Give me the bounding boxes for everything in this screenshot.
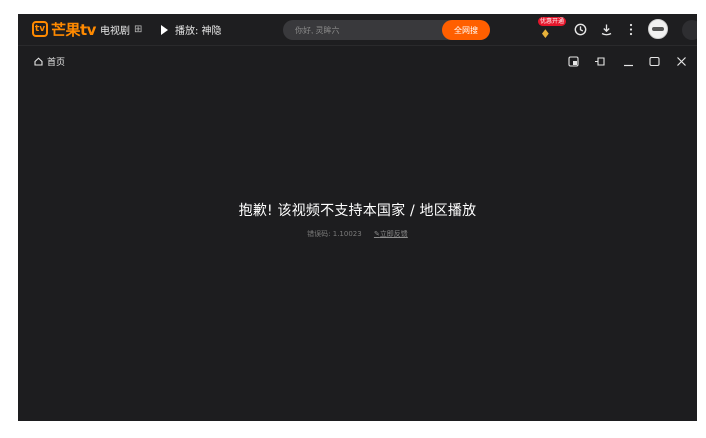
error-message: 抱歉! 该视频不支持本国家 / 地区播放 [238,203,477,219]
player-window: tv 芒果tv 电视剧 ⊞ 播放: 神隐 全网搜 优惠开通 ♦ [18,14,697,421]
home-link[interactable]: 首页 [34,55,65,68]
mango-tv-logo[interactable]: tv 芒果tv [32,19,96,39]
home-icon [34,57,43,66]
vip-badge: 优惠开通 [538,17,567,26]
now-playing[interactable]: 播放: 神隐 [161,22,222,37]
pip-icon[interactable] [564,53,582,69]
more-icon[interactable] [622,20,640,38]
close-icon[interactable] [672,53,690,69]
download-icon[interactable] [597,20,615,38]
error-code: 错误码: 1.10023 [307,230,362,238]
vip-entry[interactable]: 优惠开通 ♦ [538,17,567,41]
search-button[interactable]: 全网搜 [442,20,490,40]
maximize-icon[interactable] [645,53,663,69]
minimize-icon[interactable] [619,53,637,69]
history-icon[interactable] [571,20,589,38]
home-label: 首页 [47,58,66,68]
nav-tv-series[interactable]: 电视剧 ⊞ [100,22,142,37]
feedback-label: 立即反馈 [379,230,408,238]
diamond-icon: ♦ [540,27,551,41]
account-menu-button[interactable] [682,20,697,40]
nav-tv-series-label: 电视剧 [100,26,130,37]
search-input[interactable] [283,20,433,40]
user-avatar[interactable] [648,19,668,39]
now-playing-label: 播放: 神隐 [175,26,222,37]
top-bar: tv 芒果tv 电视剧 ⊞ 播放: 神隐 全网搜 优惠开通 ♦ [18,14,697,46]
play-icon [161,24,168,35]
search-bar: 全网搜 [283,20,490,40]
grid-icon: ⊞ [134,24,143,35]
logo-mark-icon: tv [32,21,48,37]
error-details: 错误码: 1.10023 ✎立即反馈 [18,229,697,239]
avatar-icon [652,27,664,31]
logo-text: 芒果tv [51,20,96,39]
sub-bar: 首页 [18,52,697,72]
pin-icon[interactable] [591,53,609,69]
feedback-link[interactable]: ✎立即反馈 [374,230,408,238]
